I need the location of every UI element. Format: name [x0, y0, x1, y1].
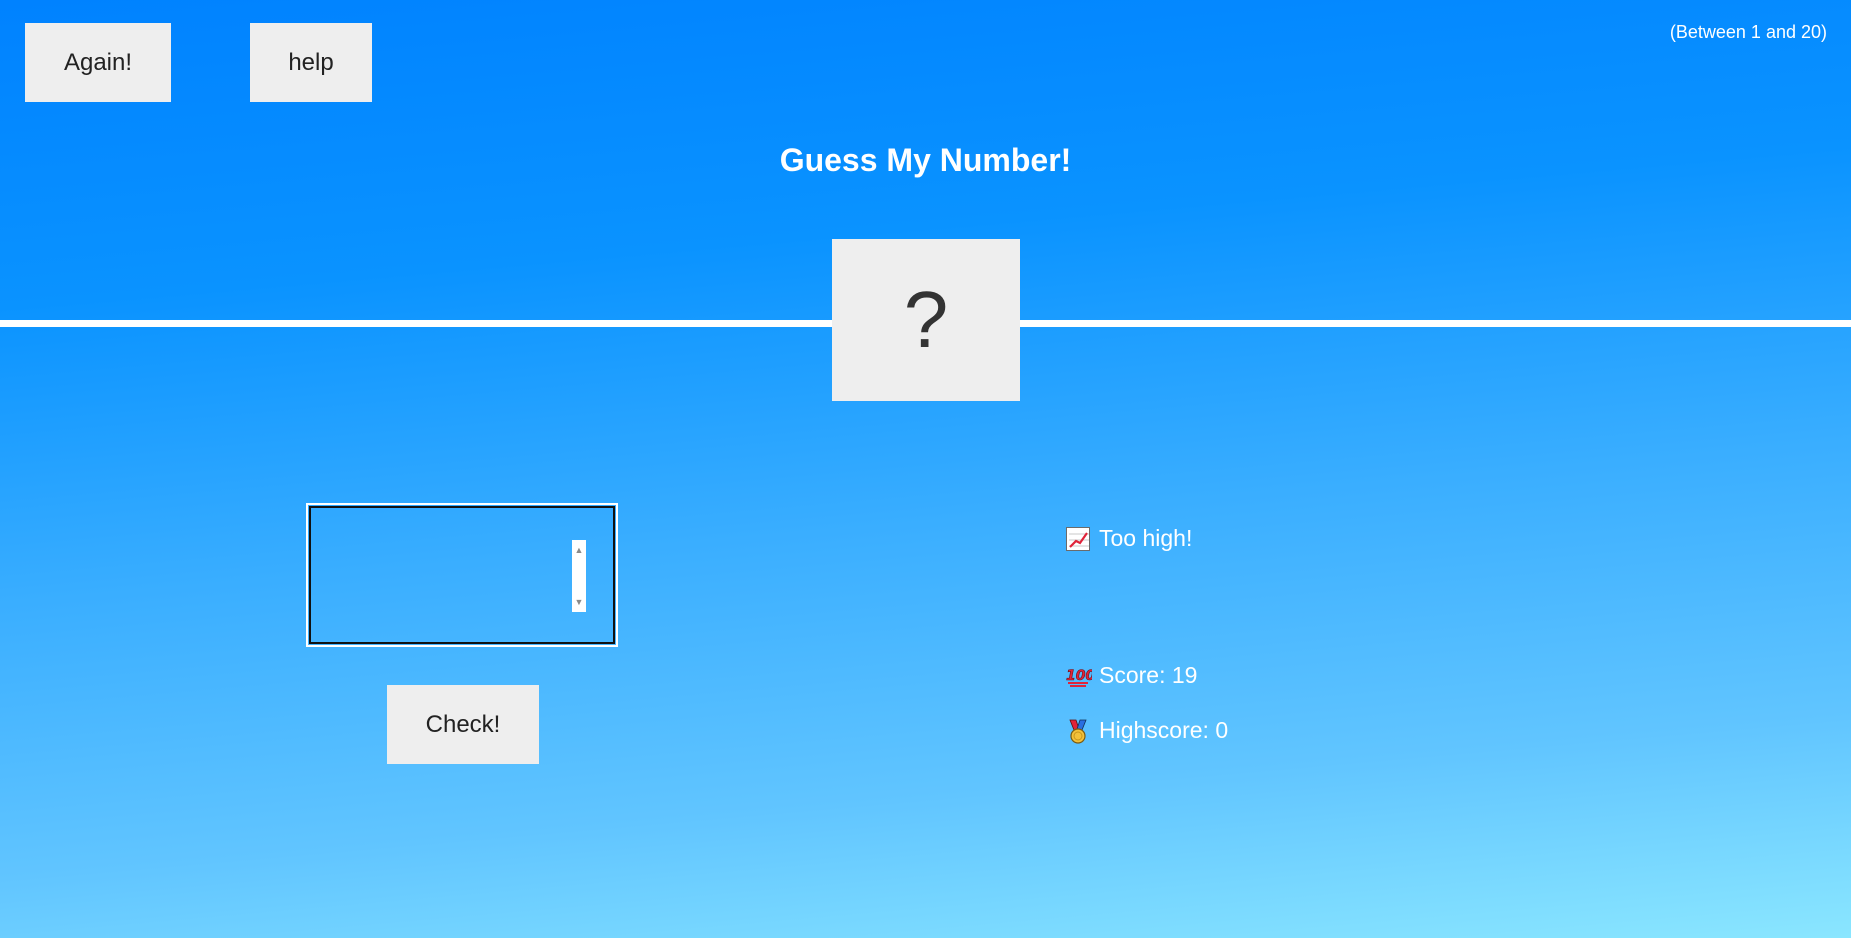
chart-increasing-icon: [1066, 526, 1090, 551]
again-button[interactable]: Again!: [25, 23, 171, 102]
score-display: 100 Score: 19: [1066, 662, 1197, 689]
page-title: Guess My Number!: [779, 142, 1072, 178]
score-text: Score: 19: [1099, 662, 1198, 688]
check-button[interactable]: Check!: [387, 685, 539, 764]
guess-field[interactable]: ▲ ▼: [306, 503, 618, 647]
spinner-down-icon[interactable]: ▼: [574, 598, 584, 607]
number-spinner[interactable]: ▲ ▼: [572, 540, 586, 612]
guess-input[interactable]: [314, 511, 588, 641]
svg-text:100: 100: [1066, 668, 1092, 684]
message-text: Too high!: [1099, 525, 1193, 551]
hundred-points-icon: 100: [1066, 664, 1092, 688]
secret-number-box: ?: [832, 239, 1020, 401]
highscore-display: Highscore: 0: [1066, 717, 1228, 744]
help-button[interactable]: help: [250, 23, 372, 102]
range-note: (Between 1 and 20): [1669, 22, 1827, 42]
spinner-up-icon[interactable]: ▲: [574, 546, 584, 555]
guess-message: Too high!: [1066, 525, 1192, 552]
medal-icon: [1066, 719, 1090, 744]
highscore-text: Highscore: 0: [1099, 717, 1229, 743]
